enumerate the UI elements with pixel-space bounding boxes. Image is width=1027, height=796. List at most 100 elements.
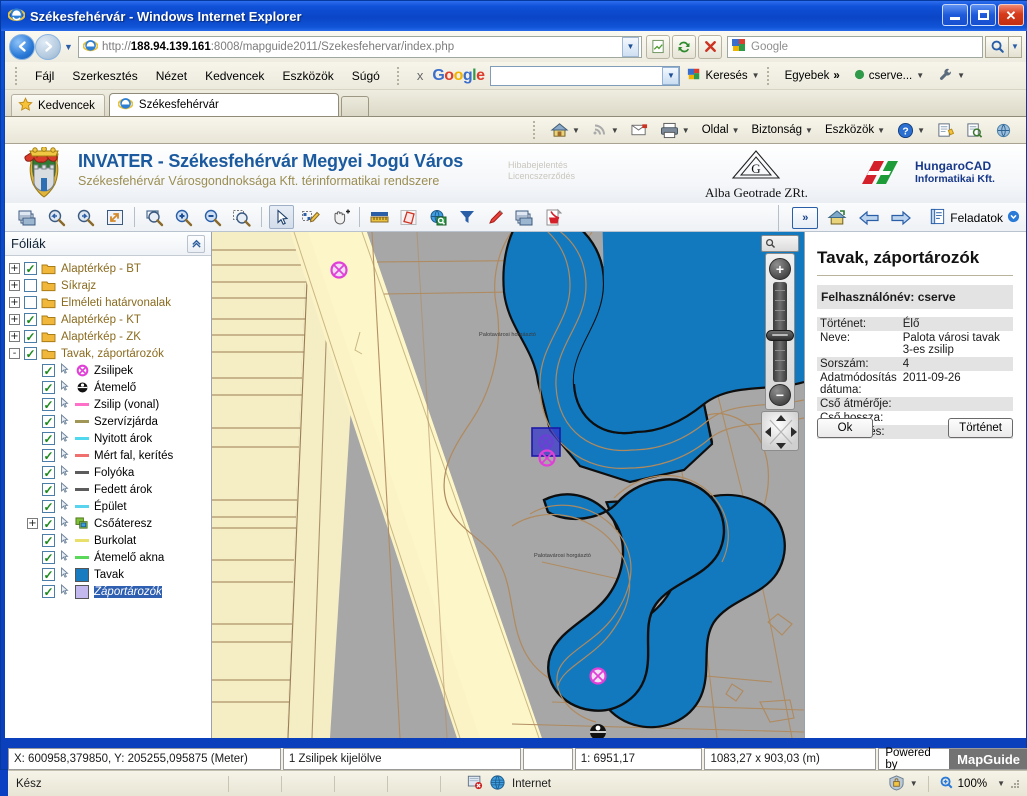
layer-visibility-checkbox[interactable]	[24, 279, 37, 292]
expand-node-icon[interactable]: +	[9, 280, 20, 291]
layer-visibility-checkbox[interactable]: ✓	[42, 432, 55, 445]
zoom-out-button[interactable]: −	[769, 384, 791, 406]
layer-label[interactable]: Alaptérkép - KT	[61, 314, 141, 326]
google-more-button[interactable]: Egyebek »	[778, 70, 847, 82]
zoom-in-icon[interactable]	[171, 205, 196, 229]
layer-label[interactable]: Folyóka	[94, 467, 134, 479]
recent-pages-dropdown-icon[interactable]: ▼	[61, 42, 76, 52]
collapse-icon[interactable]	[187, 234, 205, 253]
minimize-button[interactable]	[942, 4, 968, 26]
layer-tree-item[interactable]: ✓ Átemelő akna	[9, 549, 211, 566]
search-box[interactable]: Google	[727, 35, 983, 58]
layer-visibility-checkbox[interactable]: ✓	[42, 568, 55, 581]
layer-tree-item[interactable]: ✓ Épület	[9, 498, 211, 515]
pencil-icon[interactable]	[483, 205, 508, 229]
add-page-button[interactable]	[931, 120, 960, 141]
layer-tree-item[interactable]: ✓ Folyóka	[9, 464, 211, 481]
layer-tree-item[interactable]: ✓ Tavak	[9, 566, 211, 583]
zoom-previous-icon[interactable]	[44, 205, 69, 229]
expand-node-icon[interactable]: +	[9, 263, 20, 274]
back-button[interactable]	[9, 33, 35, 60]
plot-icon[interactable]	[512, 205, 537, 229]
chevron-down-icon[interactable]: ▼	[957, 71, 965, 80]
layer-tree-item[interactable]: + ✓ Alaptérkép - BT	[9, 260, 211, 277]
google-toolbar-close-icon[interactable]: x	[408, 68, 433, 83]
layer-visibility-checkbox[interactable]: ✓	[42, 500, 55, 513]
maximize-button[interactable]	[970, 4, 996, 26]
bug-report-link[interactable]: Hibabejelentés	[508, 160, 575, 171]
layer-tree-item[interactable]: ✓ Burkolat	[9, 532, 211, 549]
pan-hand-icon[interactable]	[327, 205, 352, 229]
layer-label[interactable]: Tavak, záportározók	[61, 348, 164, 360]
feeds-button[interactable]: ▼	[586, 120, 625, 140]
layer-label[interactable]: Épület	[94, 501, 127, 513]
layer-visibility-checkbox[interactable]: ✓	[42, 381, 55, 394]
layer-label[interactable]: Átemelő	[94, 382, 136, 394]
layer-visibility-checkbox[interactable]: ✓	[42, 364, 55, 377]
layer-visibility-checkbox[interactable]: ✓	[24, 313, 37, 326]
layer-label[interactable]: Burkolat	[94, 535, 136, 547]
layer-visibility-checkbox[interactable]: ✓	[24, 262, 37, 275]
zoom-out-icon[interactable]	[200, 205, 225, 229]
zoom-extent-icon[interactable]	[102, 205, 127, 229]
tasks-button[interactable]: Feladatok	[929, 208, 1020, 228]
layer-tree-item[interactable]: ✓ Mért fal, kerítés	[9, 447, 211, 464]
layer-label[interactable]: Szervízjárda	[94, 416, 158, 428]
google-search-input[interactable]: ▼	[490, 65, 681, 86]
layer-label[interactable]: Zsilip (vonal)	[94, 399, 159, 411]
google-account-button[interactable]: cserve... ▼	[847, 69, 931, 83]
layer-visibility-checkbox[interactable]: ✓	[42, 551, 55, 564]
layer-label[interactable]: Tavak	[94, 569, 124, 581]
pan-control[interactable]	[761, 411, 799, 451]
layer-visibility-checkbox[interactable]: ✓	[42, 449, 55, 462]
google-settings-button[interactable]: ▼	[931, 67, 972, 85]
forward-arrow-icon[interactable]	[888, 207, 914, 229]
ok-button[interactable]: Ok	[817, 418, 873, 438]
chevron-down-icon[interactable]: ▼	[732, 126, 740, 135]
menu-item-file[interactable]: Fájl	[26, 66, 63, 86]
zoom-next-icon[interactable]	[73, 205, 98, 229]
zoom-slider[interactable]: + −	[765, 253, 795, 410]
find-button[interactable]	[960, 120, 989, 141]
layer-tree-item[interactable]: ✓ Zsilip (vonal)	[9, 396, 211, 413]
downloads-button[interactable]	[989, 120, 1018, 141]
chevron-down-icon[interactable]: ▼	[805, 126, 813, 135]
menu-item-edit[interactable]: Szerkesztés	[63, 66, 146, 86]
chevron-down-icon[interactable]: ▼	[877, 126, 885, 135]
search-options-dropdown-icon[interactable]: ▼	[1009, 35, 1022, 58]
layer-visibility-checkbox[interactable]: ✓	[42, 415, 55, 428]
print-icon[interactable]	[15, 205, 40, 229]
zoom-slider-thumb[interactable]	[766, 330, 794, 341]
layer-label[interactable]: Mért fal, kerítés	[94, 450, 173, 462]
select-edit-icon[interactable]	[298, 205, 323, 229]
read-mail-button[interactable]	[625, 121, 654, 139]
layer-visibility-checkbox[interactable]: ✓	[42, 483, 55, 496]
browser-tab[interactable]: Székesfehérvár	[108, 93, 339, 116]
chevron-down-icon[interactable]: ▼	[917, 126, 925, 135]
page-menu-button[interactable]: Oldal ▼	[696, 122, 746, 138]
layer-tree-item[interactable]: + Síkrajz	[9, 277, 211, 294]
resize-grip[interactable]	[1009, 778, 1021, 790]
new-tab-button[interactable]	[340, 96, 369, 116]
menu-item-help[interactable]: Súgó	[343, 66, 389, 86]
layer-label[interactable]: Zsilipek	[94, 365, 133, 377]
layer-tree-item[interactable]: + ✓ Csőáteresz	[9, 515, 211, 532]
google-search-dropdown-icon[interactable]: ▼	[662, 66, 680, 85]
layer-tree-item[interactable]: ✓ Nyitott árok	[9, 430, 211, 447]
home-button[interactable]: ▼	[544, 120, 586, 141]
expand-node-icon[interactable]: +	[9, 331, 20, 342]
chevron-down-icon[interactable]: ▼	[916, 71, 924, 80]
layer-visibility-checkbox[interactable]	[24, 296, 37, 309]
safety-menu-button[interactable]: Biztonság ▼	[746, 122, 819, 138]
expand-node-icon[interactable]: +	[27, 518, 38, 529]
menu-item-view[interactable]: Nézet	[147, 66, 196, 86]
layer-label[interactable]: Záportározók	[94, 585, 162, 598]
map-canvas[interactable]: Palotavárosi horgásztó Palotavárosi horg…	[212, 232, 804, 738]
zoom-selection-icon[interactable]	[229, 205, 254, 229]
collapse-node-icon[interactable]: -	[9, 348, 20, 359]
layer-label[interactable]: Átemelő akna	[94, 552, 164, 564]
address-bar[interactable]: http://188.94.139.161:8008/mapguide2011/…	[78, 35, 642, 58]
refresh-button[interactable]	[672, 34, 696, 59]
chevron-down-icon[interactable]: ▼	[910, 779, 918, 788]
layer-visibility-checkbox[interactable]: ✓	[42, 398, 55, 411]
